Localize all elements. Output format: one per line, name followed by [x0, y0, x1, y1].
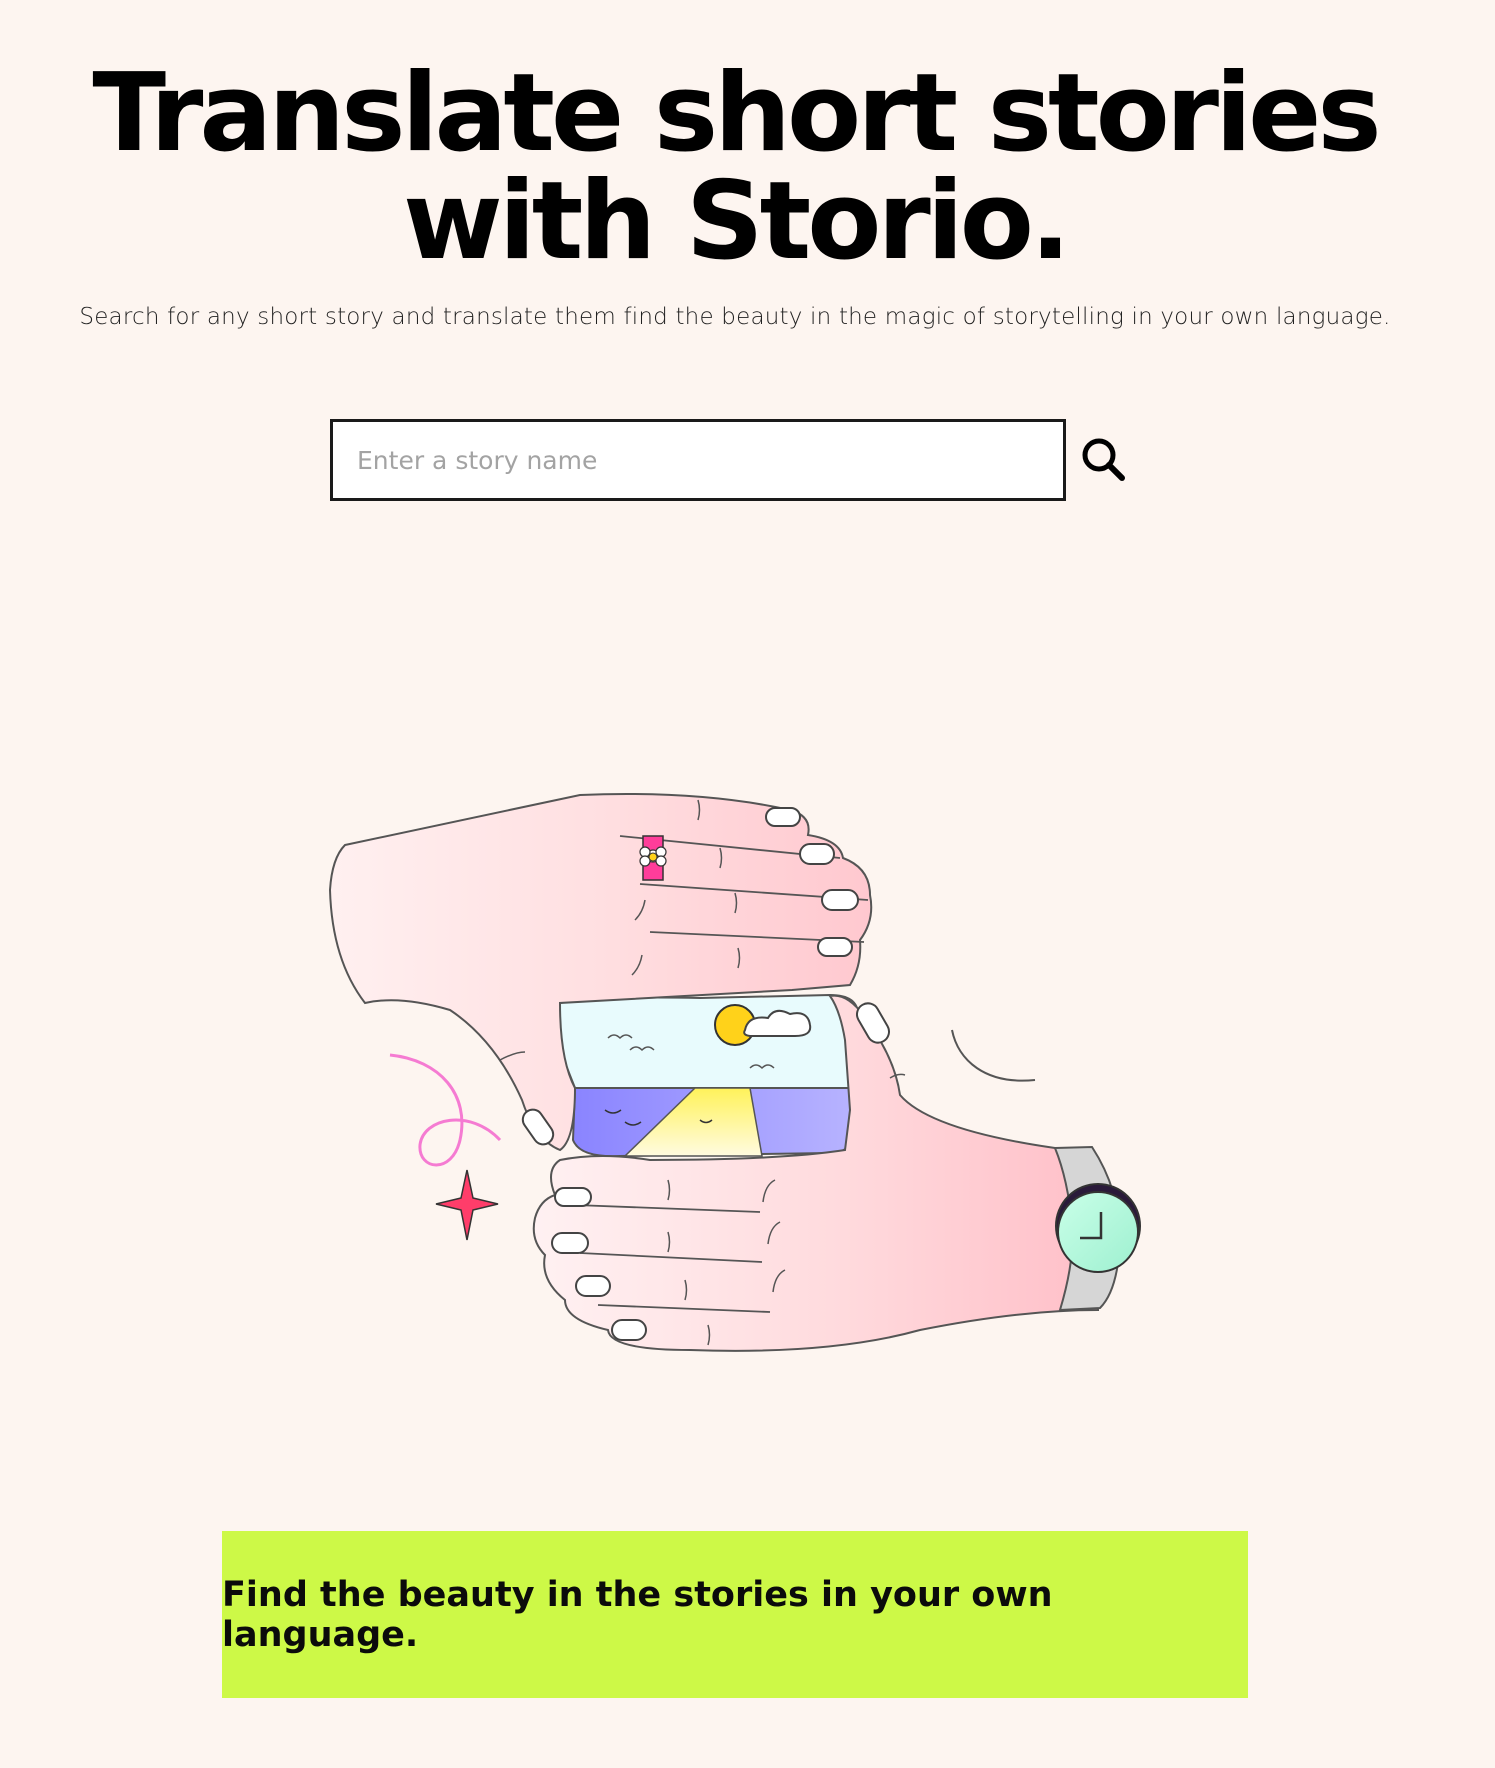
- sparkle-icon: [435, 1169, 499, 1241]
- story-search-input[interactable]: [330, 419, 1066, 501]
- page-title-line-2: with Storio.: [402, 159, 1071, 284]
- tagline-text: Find the beauty in the stories in your o…: [222, 1574, 1053, 1655]
- hands-framing-illustration: [328, 793, 1141, 1352]
- page-title-line-1: Translate short stories: [92, 51, 1381, 176]
- squiggle-decoration: [389, 1053, 502, 1167]
- page-title: Translate short stories with Storio.: [0, 60, 1470, 276]
- landscape-picture: [559, 993, 859, 1158]
- page-subtitle: Search for any short story and translate…: [79, 304, 1391, 330]
- motion-arc: [951, 1029, 1036, 1082]
- search-icon: [1082, 438, 1125, 481]
- search-button[interactable]: [1076, 432, 1132, 488]
- tagline-banner: Find the beauty in the stories in your o…: [222, 1531, 1248, 1698]
